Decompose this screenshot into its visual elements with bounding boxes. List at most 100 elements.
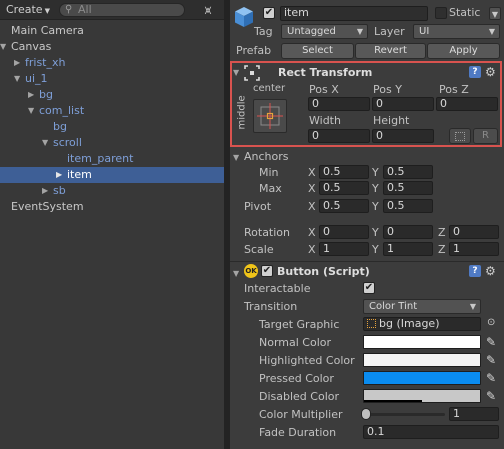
button-fold-icon[interactable]: ▼: [233, 269, 239, 278]
anchors-label: Anchors: [244, 150, 289, 163]
color-multiplier-slider-handle[interactable]: [361, 408, 371, 420]
anchor-max-y-field[interactable]: 0.5: [383, 181, 433, 195]
pos-z-field[interactable]: 0: [436, 97, 498, 111]
collapsed-arrow-icon[interactable]: ▶: [14, 55, 20, 71]
object-picker-icon[interactable]: ⊙: [487, 317, 495, 328]
fade-duration-label: Fade Duration: [259, 426, 337, 439]
highlighted-color-swatch[interactable]: [363, 353, 481, 367]
hierarchy-item[interactable]: ▼ scroll: [0, 135, 224, 151]
gear-icon[interactable]: ⚙: [485, 66, 496, 78]
scale-z-label: Z: [438, 243, 446, 256]
hierarchy-search-input[interactable]: ⚲ All: [59, 3, 185, 17]
width-field[interactable]: 0: [308, 129, 370, 143]
hierarchy-item[interactable]: ▼ Canvas: [0, 39, 224, 55]
collapse-all-icon[interactable]: ⩙: [199, 3, 217, 17]
fade-duration-field[interactable]: 0.1: [363, 425, 499, 439]
interactable-checkbox[interactable]: ✔: [363, 282, 375, 294]
pressed-color-label: Pressed Color: [259, 372, 334, 385]
scale-z-field[interactable]: 1: [449, 242, 499, 256]
disabled-color-swatch[interactable]: [363, 389, 481, 403]
eyedropper-icon[interactable]: ✎: [486, 389, 496, 403]
gear-icon[interactable]: ⚙: [485, 265, 496, 277]
anchor-presets-button[interactable]: [253, 99, 287, 133]
eyedropper-icon[interactable]: ✎: [486, 353, 496, 367]
normal-color-swatch[interactable]: [363, 335, 481, 349]
help-icon[interactable]: ?: [469, 265, 481, 277]
anchor-max-x-field[interactable]: 0.5: [319, 181, 369, 195]
dotted-rect-icon: [455, 132, 465, 141]
rotation-z-field[interactable]: 0: [449, 225, 499, 239]
rotation-y-label: Y: [372, 226, 379, 239]
hierarchy-item-label: Main Camera: [11, 24, 84, 37]
help-icon[interactable]: ?: [469, 66, 481, 78]
chevron-down-icon: ▼: [469, 302, 476, 311]
pos-x-field[interactable]: 0: [308, 97, 370, 111]
blueprint-mode-button[interactable]: [449, 128, 471, 144]
rotation-y-field[interactable]: 0: [383, 225, 433, 239]
expanded-arrow-icon[interactable]: ▼: [42, 135, 48, 151]
hierarchy-item[interactable]: ▶ sb: [0, 183, 224, 199]
tag-dropdown[interactable]: Untagged ▼: [281, 24, 368, 39]
collapsed-arrow-icon[interactable]: ▶: [56, 167, 62, 183]
color-multiplier-slider-track[interactable]: [365, 413, 445, 416]
hierarchy-item[interactable]: ▶ frist_xh: [0, 55, 224, 71]
prefab-revert-button[interactable]: Revert: [355, 43, 426, 59]
hierarchy-item-label: ui_1: [25, 72, 48, 85]
layer-dropdown[interactable]: UI ▼: [413, 24, 500, 39]
scale-x-field[interactable]: 1: [319, 242, 369, 256]
hierarchy-item[interactable]: ▼ ui_1: [0, 71, 224, 87]
hierarchy-item-label: item_parent: [67, 152, 134, 165]
pivot-x-label: X: [308, 200, 316, 213]
search-placeholder: All: [78, 3, 92, 16]
hierarchy-item[interactable]: EventSystem: [0, 199, 224, 215]
hierarchy-item[interactable]: ▼ com_list: [0, 103, 224, 119]
anchors-fold-icon[interactable]: ▼: [233, 153, 239, 162]
rect-transform-fold-icon[interactable]: ▼: [233, 68, 239, 77]
pivot-x-field[interactable]: 0.5: [319, 199, 369, 213]
hierarchy-panel: Create ▼ ⚲ All ⩙ Main Camera ▼ Canvas ▶ frist…: [0, 0, 224, 449]
scale-y-field[interactable]: 1: [383, 242, 433, 256]
expanded-arrow-icon[interactable]: ▼: [28, 103, 34, 119]
hierarchy-item-label: frist_xh: [25, 56, 66, 69]
collapsed-arrow-icon[interactable]: ▶: [28, 87, 34, 103]
hierarchy-item[interactable]: bg: [0, 119, 224, 135]
target-graphic-field[interactable]: bg (Image): [363, 317, 481, 331]
prefab-apply-button[interactable]: Apply: [427, 43, 500, 59]
active-checkbox[interactable]: ✔: [263, 7, 275, 19]
static-checkbox[interactable]: [435, 7, 447, 19]
search-icon: ⚲: [65, 4, 73, 15]
pressed-color-swatch[interactable]: [363, 371, 481, 385]
button-enabled-checkbox[interactable]: ✔: [261, 265, 273, 277]
anchor-min-y-label: Y: [372, 166, 379, 179]
hierarchy-item[interactable]: ▶ bg: [0, 87, 224, 103]
alpha-bar: [364, 400, 422, 402]
inspector-panel: ✔ item Static ▼ Tag Untagged ▼ Layer UI ▼ …: [230, 0, 504, 449]
create-dropdown[interactable]: Create ▼: [6, 3, 50, 16]
eyedropper-icon[interactable]: ✎: [486, 371, 496, 385]
raw-edit-button[interactable]: R: [473, 128, 498, 144]
color-multiplier-field[interactable]: 1: [449, 407, 499, 421]
hierarchy-item[interactable]: Main Camera: [0, 23, 224, 39]
anchor-min-x-field[interactable]: 0.5: [319, 165, 369, 179]
pivot-y-label: Y: [372, 200, 379, 213]
eyedropper-icon[interactable]: ✎: [486, 335, 496, 349]
anchor-preset-v-label: middle: [236, 95, 248, 130]
prefab-select-button[interactable]: Select: [281, 43, 354, 59]
pivot-y-field[interactable]: 0.5: [383, 199, 433, 213]
height-field[interactable]: 0: [372, 129, 434, 143]
transition-dropdown[interactable]: Color Tint ▼: [363, 299, 481, 314]
anchor-min-y-field[interactable]: 0.5: [383, 165, 433, 179]
pos-y-field[interactable]: 0: [372, 97, 434, 111]
expanded-arrow-icon[interactable]: ▼: [14, 71, 20, 87]
anchor-max-label: Max: [259, 182, 282, 195]
object-name-field[interactable]: item: [280, 6, 428, 21]
static-dropdown[interactable]: ▼: [489, 7, 501, 20]
expanded-arrow-icon[interactable]: ▼: [0, 39, 6, 55]
hierarchy-item[interactable]: ▶ item: [0, 167, 224, 183]
chevron-down-icon: ▼: [356, 27, 363, 36]
rect-transform-title: Rect Transform: [278, 66, 373, 79]
rotation-x-field[interactable]: 0: [319, 225, 369, 239]
hierarchy-item-label: bg: [39, 88, 53, 101]
hierarchy-item[interactable]: item_parent: [0, 151, 224, 167]
collapsed-arrow-icon[interactable]: ▶: [42, 183, 48, 199]
